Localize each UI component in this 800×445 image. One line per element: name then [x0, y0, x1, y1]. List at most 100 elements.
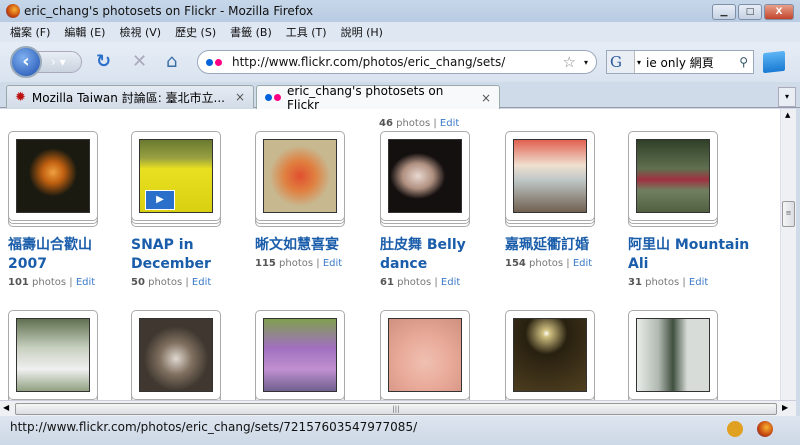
photoset-title[interactable]: 福壽山合歡山 2007: [8, 237, 92, 272]
photoset-title-link[interactable]: 阿里山 Mountain Ali 31 photos | Edit: [628, 236, 753, 292]
search-icon[interactable]: ⚲: [739, 55, 748, 69]
count-number: 154: [505, 258, 526, 269]
photoset-thumbnail-frame[interactable]: [505, 131, 595, 221]
edit-link[interactable]: Edit: [76, 277, 95, 288]
tab-list-button[interactable]: ▾: [778, 87, 796, 107]
photoset-thumbnail-frame[interactable]: [131, 310, 221, 400]
photoset-thumbnail-frame[interactable]: [628, 310, 718, 400]
close-button[interactable]: X: [764, 4, 794, 20]
edit-link[interactable]: Edit: [440, 118, 459, 129]
search-input[interactable]: ie only 網頁: [646, 54, 714, 71]
photoset-thumbnail[interactable]: [388, 139, 462, 213]
photoset-thumbnail[interactable]: [16, 139, 90, 213]
photoset-title-link[interactable]: 嘉珮延衢訂婚 154 photos | Edit: [505, 236, 630, 273]
tab-flickr[interactable]: eric_chang's photosets on Flickr ×: [256, 83, 500, 112]
edit-link[interactable]: Edit: [689, 277, 708, 288]
photoset-title-link[interactable]: 福壽山合歡山 2007 101 photos | Edit: [8, 236, 133, 292]
tab-label: eric_chang's photosets on Flickr: [287, 83, 444, 112]
photoset-thumbnail-frame[interactable]: [255, 131, 345, 221]
horizontal-scrollbar[interactable]: ◀ ||| ▶: [0, 400, 796, 416]
photos-label: photos: [144, 277, 186, 288]
vertical-scroll-thumb[interactable]: ≡: [782, 201, 795, 227]
photoset-title-link[interactable]: SNAP in December 50 photos | Edit: [131, 236, 256, 292]
video-play-icon[interactable]: ▶: [145, 190, 175, 210]
photo-count: 154 photos | Edit: [505, 255, 630, 273]
tab-close-icon[interactable]: ×: [235, 90, 245, 104]
minimize-button[interactable]: ▁: [712, 4, 736, 20]
photoset-thumbnail-frame[interactable]: [628, 131, 718, 221]
title-bar: eric_chang's photosets on Flickr - Mozil…: [0, 0, 800, 22]
photoset-thumbnail-frame[interactable]: [255, 310, 345, 400]
menu-edit[interactable]: 編輯 (E): [64, 24, 105, 40]
flickr-favicon: [265, 94, 281, 101]
photoset-thumbnail-frame[interactable]: ▶: [131, 131, 221, 221]
photoset-thumbnail[interactable]: [636, 318, 710, 392]
photoset-thumbnail[interactable]: [263, 318, 337, 392]
vertical-scrollbar[interactable]: ▲ ≡: [780, 109, 796, 400]
photoset-title-link[interactable]: 晰文如慧喜宴 115 photos | Edit: [255, 236, 380, 273]
photoset-title-link[interactable]: 肚皮舞 Belly dance 61 photos | Edit: [380, 236, 505, 292]
photoset-title[interactable]: 阿里山 Mountain Ali: [628, 237, 749, 272]
maximize-button[interactable]: □: [738, 4, 762, 20]
engine-dropdown-icon[interactable]: ▾: [637, 58, 641, 67]
search-engine-icon[interactable]: G: [607, 51, 635, 73]
photoset-thumbnail[interactable]: [139, 318, 213, 392]
tab-bar: ✹ Mozilla Taiwan 討論區: 臺北市立... × eric_cha…: [0, 83, 800, 112]
url-bar[interactable]: http://www.flickr.com/photos/eric_chang/…: [197, 50, 597, 74]
photoset-thumbnail[interactable]: [388, 318, 462, 392]
menu-help[interactable]: 說明 (H): [341, 24, 383, 40]
scroll-up-icon[interactable]: ▲: [785, 111, 790, 119]
partial-title: [378, 109, 478, 113]
photoset-title[interactable]: SNAP in December: [131, 237, 211, 272]
url-dropdown-icon[interactable]: ▾: [584, 58, 588, 67]
forward-button[interactable]: › ▾: [38, 51, 82, 73]
photoset-thumbnail[interactable]: ▶: [139, 139, 213, 213]
photoset-thumbnail[interactable]: [263, 139, 337, 213]
stop-icon[interactable]: ✕: [132, 52, 147, 72]
horizontal-scroll-thumb[interactable]: |||: [15, 403, 777, 415]
scroll-left-icon[interactable]: ◀: [3, 403, 9, 412]
edit-link[interactable]: Edit: [192, 277, 211, 288]
photoset-title[interactable]: 晰文如慧喜宴: [255, 237, 339, 253]
edit-link[interactable]: Edit: [441, 277, 460, 288]
photoset-thumbnail-frame[interactable]: [380, 131, 470, 221]
search-box[interactable]: G ▾ ie only 網頁 ⚲: [606, 50, 754, 74]
windows-icon[interactable]: [763, 50, 785, 74]
photo-count: 31 photos | Edit: [628, 274, 753, 292]
flickr-favicon: [206, 58, 222, 66]
menu-tools[interactable]: 工具 (T): [286, 24, 327, 40]
addon-icon[interactable]: [727, 421, 743, 437]
menu-bar: 檔案 (F) 編輯 (E) 檢視 (V) 歷史 (S) 書籤 (B) 工具 (T…: [0, 22, 800, 42]
page-content: 46 photos | Edit 福壽山合歡山 2007 101 photos |…: [0, 109, 780, 400]
photoset-title[interactable]: 嘉珮延衢訂婚: [505, 237, 589, 253]
photoset-title[interactable]: 肚皮舞 Belly dance: [380, 237, 466, 272]
scroll-right-icon[interactable]: ▶: [782, 403, 788, 412]
tab-close-icon[interactable]: ×: [481, 91, 491, 105]
photoset-thumbnail[interactable]: [636, 139, 710, 213]
photoset-thumbnail[interactable]: [16, 318, 90, 392]
edit-link[interactable]: Edit: [573, 258, 592, 269]
photos-label: photos: [28, 277, 70, 288]
reload-icon[interactable]: ↻: [96, 52, 111, 72]
count-number: 101: [8, 277, 29, 288]
menu-file[interactable]: 檔案 (F): [10, 24, 50, 40]
photoset-thumbnail[interactable]: [513, 139, 587, 213]
home-icon[interactable]: ⌂: [166, 52, 177, 72]
tab-mozilla-taiwan[interactable]: ✹ Mozilla Taiwan 討論區: 臺北市立... ×: [6, 85, 254, 108]
photoset-thumbnail-frame[interactable]: [505, 310, 595, 400]
photoset-thumbnail[interactable]: [513, 318, 587, 392]
firefox-status-icon[interactable]: [757, 421, 773, 437]
menu-bookmarks[interactable]: 書籤 (B): [230, 24, 272, 40]
edit-link[interactable]: Edit: [323, 258, 342, 269]
photoset-thumbnail-frame[interactable]: [380, 310, 470, 400]
star-icon[interactable]: ☆: [563, 53, 576, 71]
menu-history[interactable]: 歷史 (S): [175, 24, 216, 40]
menu-view[interactable]: 檢視 (V): [119, 24, 161, 40]
photos-label: photos: [275, 258, 317, 269]
photo-count: 101 photos | Edit: [8, 274, 133, 292]
url-text: http://www.flickr.com/photos/eric_chang/…: [232, 55, 506, 69]
photoset-thumbnail-frame[interactable]: [8, 131, 98, 221]
back-button[interactable]: ‹: [10, 46, 42, 78]
photoset-thumbnail-frame[interactable]: [8, 310, 98, 400]
photos-label: photos: [525, 258, 567, 269]
